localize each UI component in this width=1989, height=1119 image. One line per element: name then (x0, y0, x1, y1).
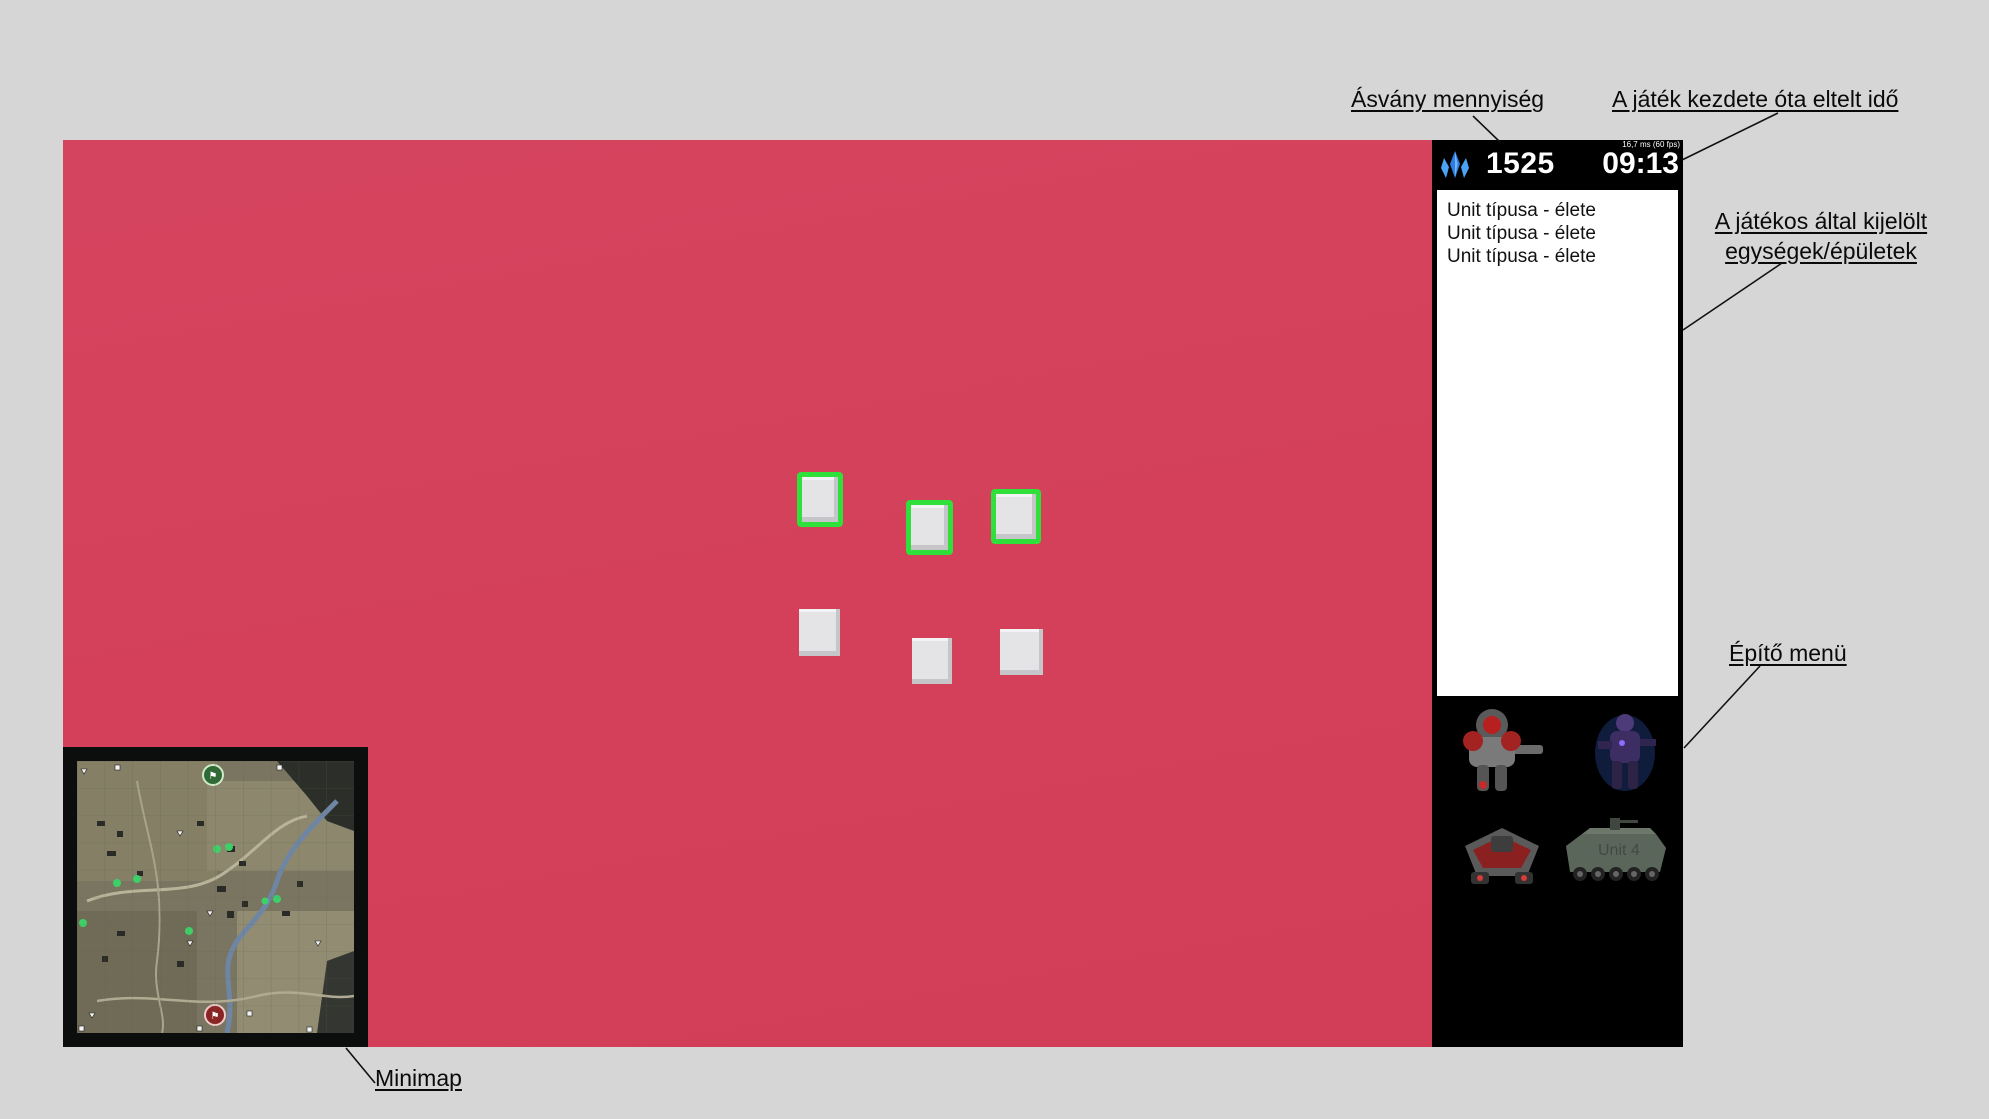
unit-cube[interactable] (912, 638, 952, 684)
build-apc-button[interactable]: Unit 4 (1560, 806, 1670, 901)
selected-unit-entry[interactable]: Unit típusa - élete (1447, 245, 1668, 268)
apc-unit-label: Unit 4 (1598, 842, 1640, 859)
annotation-selected-line1: A játékos által kijelölt (1714, 208, 1928, 234)
annotation-minimap: Minimap (375, 1065, 462, 1091)
minimap-terrain: ⚑ ⚑ (77, 761, 354, 1033)
selected-unit-cube[interactable] (991, 489, 1041, 544)
side-panel: 1525 16,7 ms (60 fps) 09:13 Unit típusa … (1432, 140, 1683, 1047)
mineral-count: 1525 (1486, 147, 1555, 180)
unit-cube[interactable] (1000, 629, 1043, 675)
resource-bar: 1525 16,7 ms (60 fps) 09:13 (1432, 140, 1683, 186)
annotation-elapsed-time: A játék kezdete óta eltelt idő (1612, 86, 1899, 112)
build-ghost-button[interactable] (1570, 703, 1680, 798)
elapsed-time: 09:13 (1602, 147, 1679, 180)
annotation-selected-units: A játékos által kijelölt egységek/épület… (1705, 206, 1937, 266)
unit-cube[interactable] (799, 609, 840, 656)
game-screen: ⚑ ⚑ 1525 16 (63, 140, 1683, 1047)
selected-unit-cube[interactable] (906, 500, 953, 555)
hover-tank-portrait-icon (1465, 828, 1539, 884)
selection-panel: Unit típusa - élete Unit típusa - élete … (1437, 190, 1678, 696)
ghost-portrait-icon (1595, 714, 1656, 791)
selected-unit-entry[interactable]: Unit típusa - élete (1447, 199, 1668, 222)
build-menu: Unit 4 (1432, 703, 1683, 1047)
minimap[interactable]: ⚑ ⚑ (63, 747, 368, 1047)
selected-unit-cube[interactable] (797, 472, 843, 527)
marine-portrait-icon (1463, 709, 1543, 791)
selected-unit-entry[interactable]: Unit típusa - élete (1447, 222, 1668, 245)
build-hover-tank-button[interactable] (1447, 806, 1557, 901)
annotation-selected-line2: egységek/épületek (1725, 238, 1917, 264)
annotation-build-menu: Építő menü (1729, 640, 1847, 666)
annotation-minerals: Ásvány mennyiség (1351, 86, 1545, 112)
crystal-icon (1438, 150, 1472, 185)
build-marine-button[interactable] (1447, 703, 1557, 798)
